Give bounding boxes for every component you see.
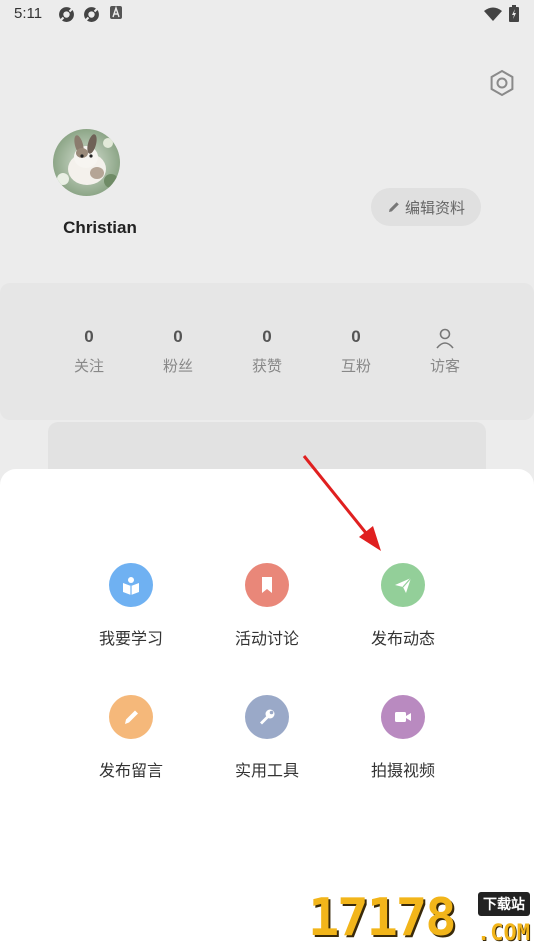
stat-likes[interactable]: 0 获赞 — [232, 327, 302, 376]
settings-icon[interactable] — [488, 69, 516, 97]
action-icon-circle — [109, 695, 153, 739]
action-label: 发布留言 — [98, 761, 163, 780]
avatar[interactable] — [53, 129, 120, 196]
action-label: 活动讨论 — [234, 629, 299, 648]
pencil-icon — [125, 710, 138, 724]
action-icon-circle — [381, 695, 425, 739]
action-label: 发布动态 — [370, 629, 435, 648]
action-icon-circle — [245, 695, 289, 739]
stat-label: 关注 — [73, 357, 104, 375]
stat-label: 粉丝 — [162, 357, 193, 375]
app-notification-icon — [59, 7, 74, 22]
watermark-digits: 17178 — [308, 888, 457, 948]
app-notification-icon — [84, 7, 99, 22]
stats-card: 0 关注 0 粉丝 0 获赞 0 互粉 访客 — [0, 283, 534, 420]
action-tools[interactable]: 实用工具 — [207, 695, 327, 781]
publish-bottom-sheet: 我要学习 活动讨论 发布动态 发布留言 实用工具 拍摄视频 — [0, 469, 534, 950]
stat-value: 0 — [262, 327, 272, 346]
stat-following[interactable]: 0 关注 — [54, 327, 124, 376]
stat-mutual[interactable]: 0 互粉 — [321, 327, 391, 376]
wrench-icon — [260, 709, 275, 725]
stat-followers[interactable]: 0 粉丝 — [143, 327, 213, 376]
battery-icon — [509, 5, 519, 22]
action-icon-circle — [109, 563, 153, 607]
watermark-tag: 下载站 — [478, 892, 530, 916]
stat-label: 获赞 — [251, 357, 282, 375]
status-bar: 5:11 — [0, 0, 534, 30]
site-watermark-logo: 17178 下载站 .COM — [308, 888, 534, 950]
keyboard-a-icon — [110, 6, 122, 19]
action-label: 拍摄视频 — [370, 761, 435, 780]
edit-profile-label: 编辑资料 — [404, 198, 465, 217]
action-label: 我要学习 — [98, 629, 163, 648]
wifi-icon — [484, 7, 502, 21]
paper-plane-icon — [395, 577, 412, 593]
stat-value: 0 — [84, 327, 94, 346]
stat-value: 0 — [351, 327, 361, 346]
action-label: 实用工具 — [234, 761, 299, 780]
stat-label: 访客 — [429, 357, 460, 375]
book-reader-icon — [123, 577, 139, 595]
watermark-suffix: .COM — [477, 921, 530, 946]
username: Christian — [63, 218, 137, 237]
action-learn[interactable]: 我要学习 — [71, 563, 191, 649]
action-icon-circle — [381, 563, 425, 607]
action-post-update[interactable]: 发布动态 — [343, 563, 463, 649]
pencil-icon — [388, 202, 399, 212]
action-icon-circle — [245, 563, 289, 607]
stat-visitors[interactable]: 访客 — [410, 327, 480, 376]
action-leave-message[interactable]: 发布留言 — [71, 695, 191, 781]
status-time: 5:11 — [14, 5, 43, 22]
action-discussion[interactable]: 活动讨论 — [207, 563, 327, 649]
video-camera-icon — [395, 712, 411, 722]
action-shoot-video[interactable]: 拍摄视频 — [343, 695, 463, 781]
stat-value: 0 — [173, 327, 183, 346]
edit-profile-button[interactable]: 编辑资料 — [371, 188, 481, 226]
stat-label: 互粉 — [340, 357, 371, 375]
avatar-rabbit-image — [53, 129, 120, 196]
bookmark-icon — [262, 577, 272, 593]
person-outline-icon — [436, 328, 454, 349]
